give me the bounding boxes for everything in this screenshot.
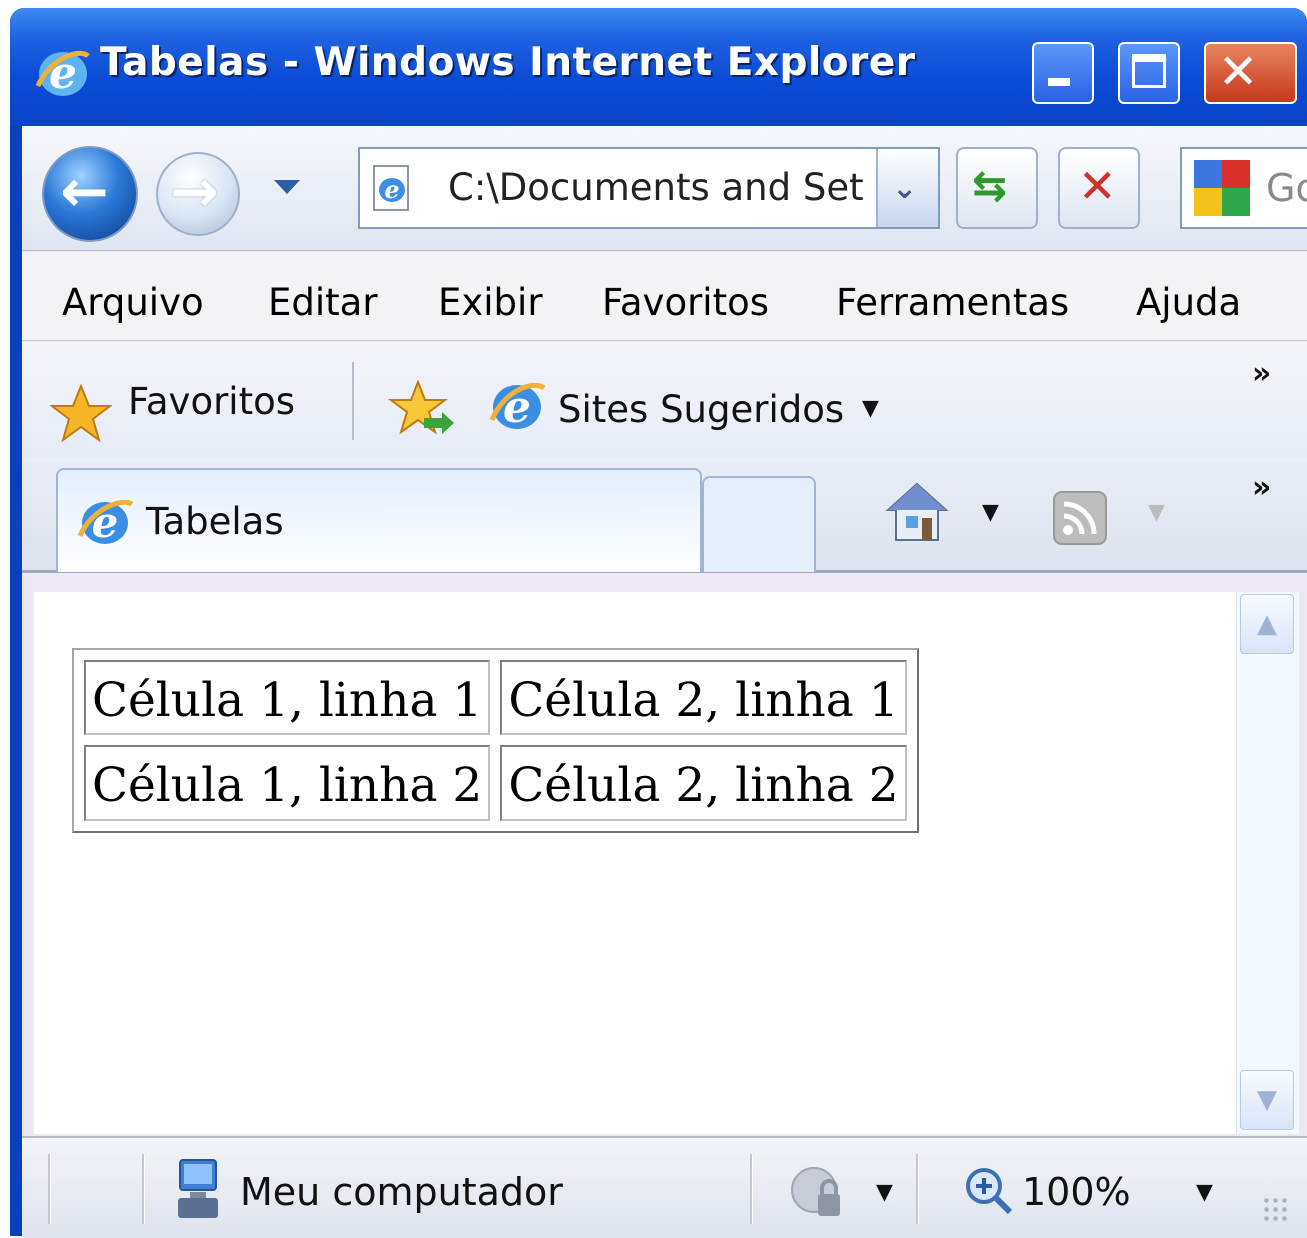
star-icon	[50, 384, 112, 442]
page-ie-icon: e	[373, 165, 409, 211]
command-overflow-button[interactable]: »	[1252, 470, 1271, 505]
back-arrow-icon: ←	[60, 157, 109, 225]
search-input[interactable]: Go	[1266, 166, 1307, 210]
dropdown-arrow-icon: ▼	[862, 396, 879, 421]
back-button[interactable]: ←	[42, 146, 138, 242]
menu-favoritos[interactable]: Favoritos	[602, 281, 769, 324]
history-dropdown-icon[interactable]	[274, 180, 300, 194]
ie-logo-icon: e	[35, 48, 90, 99]
close-button[interactable]: ✕	[1204, 42, 1297, 104]
vertical-scrollbar[interactable]	[1236, 592, 1299, 1134]
zoom-level[interactable]: 100%	[1022, 1170, 1131, 1214]
security-zone-label: Meu computador	[240, 1170, 563, 1214]
maximize-icon	[1132, 54, 1166, 88]
home-dropdown-icon[interactable]: ▼	[982, 500, 999, 525]
computer-icon	[178, 1159, 218, 1218]
window-title: Tabelas - Windows Internet Explorer	[100, 40, 916, 85]
google-icon	[1194, 160, 1250, 216]
forward-arrow-icon: →	[170, 157, 219, 225]
table-row: Célula 1, linha 1 Célula 2, linha 1	[84, 660, 907, 736]
close-icon: ✕	[1218, 44, 1259, 100]
new-tab-button[interactable]	[702, 476, 816, 572]
refresh-button[interactable]: ⇆	[956, 147, 1038, 229]
feed-dropdown-icon[interactable]: ▼	[1148, 500, 1165, 525]
table-row: Célula 1, linha 2 Célula 2, linha 2	[84, 745, 907, 821]
status-divider	[48, 1154, 51, 1224]
address-dropdown-button[interactable]: ⌄	[876, 149, 938, 227]
minimize-icon	[1048, 78, 1070, 86]
table-cell: Célula 2, linha 2	[500, 745, 907, 821]
add-favorite-icon[interactable]	[388, 380, 454, 440]
menu-ajuda[interactable]: Ajuda	[1136, 281, 1241, 324]
protected-mode-dropdown-icon[interactable]: ▼	[876, 1180, 893, 1205]
minimize-button[interactable]	[1032, 42, 1094, 104]
data-table: Célula 1, linha 1 Célula 2, linha 1 Célu…	[72, 648, 919, 833]
maximize-button[interactable]	[1118, 42, 1180, 104]
rss-feed-icon[interactable]	[1052, 490, 1108, 546]
ie-logo-icon: e	[489, 382, 546, 433]
status-divider	[750, 1154, 753, 1224]
scroll-down-button[interactable]: ▼	[1240, 1070, 1294, 1130]
resize-grip[interactable]	[1262, 1196, 1290, 1224]
favorites-label: Favoritos	[128, 380, 296, 423]
suggested-sites-label: Sites Sugeridos	[558, 388, 845, 431]
table-cell: Célula 1, linha 1	[84, 660, 491, 736]
svg-text:e: e	[384, 175, 399, 204]
favorites-button[interactable]: Favoritos	[48, 374, 318, 442]
status-divider	[916, 1154, 919, 1224]
ie-logo-icon: e	[77, 498, 134, 547]
menu-editar[interactable]: Editar	[268, 281, 378, 324]
tab-tabelas[interactable]: e Tabelas	[56, 468, 702, 572]
forward-button[interactable]: →	[156, 152, 240, 236]
suggested-sites-button[interactable]: e Sites Sugeridos ▼	[484, 372, 894, 444]
refresh-icon: ⇆	[972, 161, 1008, 210]
stop-button[interactable]: ✕	[1058, 147, 1140, 229]
favorites-divider	[352, 362, 354, 440]
home-icon[interactable]	[884, 480, 950, 546]
stop-icon: ✕	[1078, 159, 1117, 213]
zoom-dropdown-icon[interactable]: ▼	[1196, 1180, 1213, 1205]
chevron-down-icon: ⌄	[892, 171, 918, 206]
table-cell: Célula 1, linha 2	[84, 745, 491, 821]
status-divider	[142, 1154, 145, 1224]
tab-label: Tabelas	[146, 500, 284, 543]
address-input[interactable]: C:\Documents and Set	[448, 166, 864, 209]
menu-ferramentas[interactable]: Ferramentas	[836, 281, 1069, 324]
zoom-icon[interactable]	[964, 1166, 1014, 1216]
favorites-overflow-button[interactable]: »	[1252, 356, 1271, 391]
table-cell: Célula 2, linha 1	[500, 660, 907, 736]
menu-arquivo[interactable]: Arquivo	[62, 281, 204, 324]
menu-exibir[interactable]: Exibir	[438, 281, 543, 324]
scroll-up-button[interactable]: ▲	[1240, 594, 1294, 654]
protected-mode-icon[interactable]	[786, 1164, 850, 1224]
